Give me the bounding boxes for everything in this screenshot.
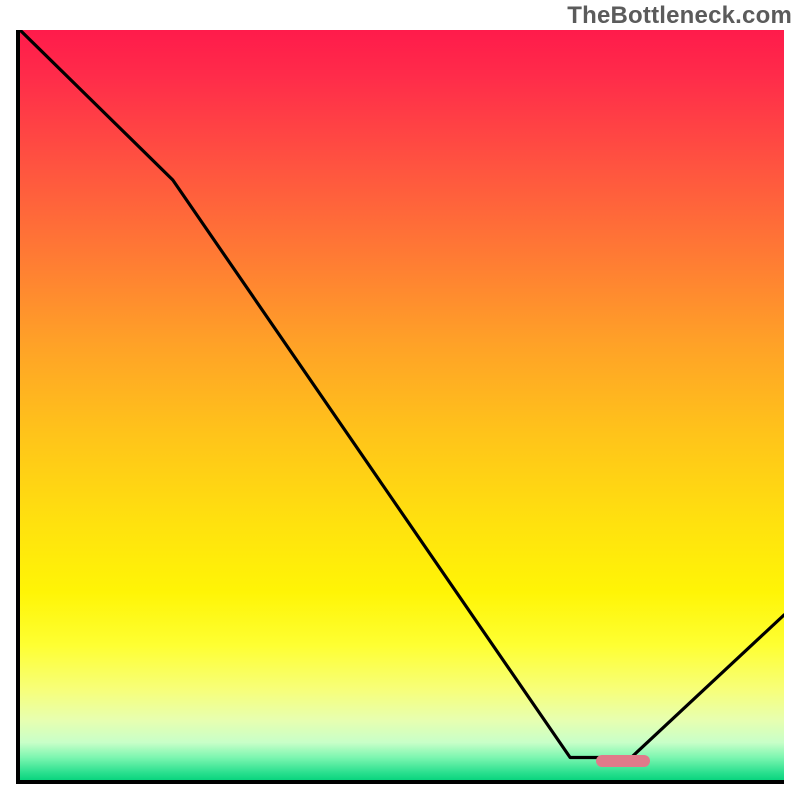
plot-area <box>16 30 784 784</box>
chart-container: TheBottleneck.com <box>0 0 800 800</box>
curve-svg <box>20 30 784 780</box>
watermark-text: TheBottleneck.com <box>567 2 792 30</box>
optimum-marker <box>596 755 650 767</box>
bottleneck-curve-path <box>20 30 784 758</box>
